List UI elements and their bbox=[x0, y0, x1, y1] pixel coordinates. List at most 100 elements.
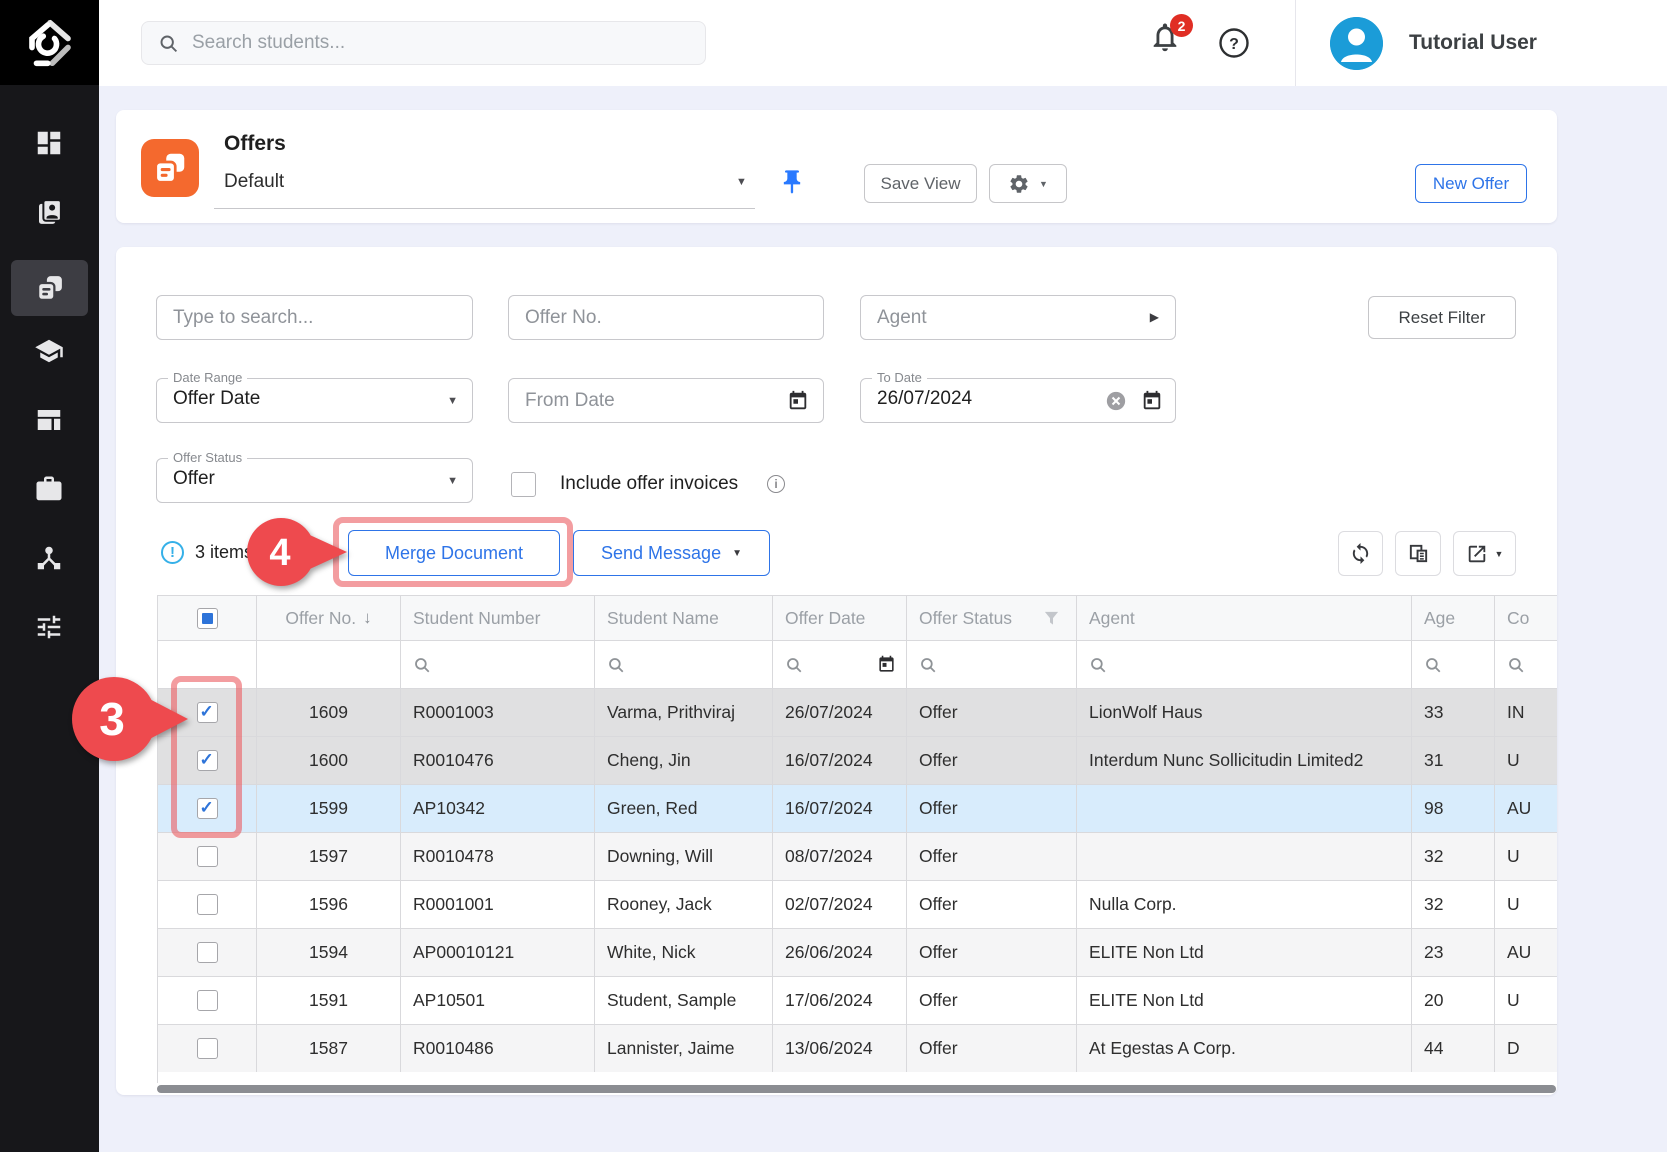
row-checkbox[interactable] bbox=[197, 990, 218, 1011]
chevron-down-icon[interactable]: ▼ bbox=[736, 176, 747, 188]
table-row[interactable]: 1597 R0010478 Downing, Will 08/07/2024 O… bbox=[158, 833, 1557, 881]
select-all-cell[interactable] bbox=[158, 596, 257, 641]
column-header-student-name[interactable]: Student Name bbox=[595, 596, 773, 641]
column-header-offer-date[interactable]: Offer Date bbox=[773, 596, 907, 641]
sidebar-item-offers[interactable] bbox=[11, 260, 88, 316]
student-name-cell[interactable]: Varma, Prithviraj bbox=[595, 689, 773, 737]
row-select-cell[interactable] bbox=[158, 929, 257, 977]
column-header-agent[interactable]: Agent bbox=[1077, 596, 1412, 641]
horizontal-scrollbar[interactable] bbox=[157, 1085, 1556, 1093]
filter-cell[interactable] bbox=[1412, 641, 1495, 689]
student-number-cell[interactable]: R0010476 bbox=[401, 737, 595, 785]
filter-cell[interactable] bbox=[1495, 641, 1557, 689]
student-number-cell[interactable]: R0001003 bbox=[401, 689, 595, 737]
column-header-offer-status[interactable]: Offer Status bbox=[907, 596, 1077, 641]
save-view-button[interactable]: Save View bbox=[864, 164, 977, 203]
row-checkbox[interactable] bbox=[197, 702, 218, 723]
student-number-cell[interactable]: R0010478 bbox=[401, 833, 595, 881]
column-header-country[interactable]: Co bbox=[1495, 596, 1557, 641]
table-row[interactable]: 1596 R0001001 Rooney, Jack 02/07/2024 Of… bbox=[158, 881, 1557, 929]
student-name-cell[interactable]: Cheng, Jin bbox=[595, 737, 773, 785]
student-name-cell[interactable]: Rooney, Jack bbox=[595, 881, 773, 929]
offer-no-input[interactable] bbox=[509, 307, 823, 329]
row-select-cell[interactable] bbox=[158, 977, 257, 1025]
offer-no-field[interactable] bbox=[508, 295, 824, 340]
agent-cell[interactable]: ELITE Non Ltd bbox=[1077, 977, 1412, 1025]
view-settings-button[interactable]: ▼ bbox=[989, 164, 1067, 203]
offer-no-cell[interactable]: 1600 bbox=[257, 737, 401, 785]
export-button[interactable]: ▼ bbox=[1453, 531, 1516, 576]
from-date-field[interactable] bbox=[508, 378, 824, 423]
agent-cell[interactable]: At Egestas A Corp. bbox=[1077, 1025, 1412, 1073]
student-name-cell[interactable]: Lannister, Jaime bbox=[595, 1025, 773, 1073]
filter-cell[interactable] bbox=[595, 641, 773, 689]
notifications-button[interactable]: 2 bbox=[1148, 20, 1192, 66]
table-row[interactable]: 1591 AP10501 Student, Sample 17/06/2024 … bbox=[158, 977, 1557, 1025]
new-offer-button[interactable]: New Offer bbox=[1415, 164, 1527, 203]
row-select-cell[interactable] bbox=[158, 881, 257, 929]
refresh-button[interactable] bbox=[1338, 531, 1383, 576]
student-name-cell[interactable]: Student, Sample bbox=[595, 977, 773, 1025]
grid-search-input[interactable] bbox=[157, 307, 472, 329]
agent-cell[interactable] bbox=[1077, 785, 1412, 833]
student-number-cell[interactable]: AP00010121 bbox=[401, 929, 595, 977]
agent-cell[interactable]: ELITE Non Ltd bbox=[1077, 929, 1412, 977]
table-row[interactable]: 1587 R0010486 Lannister, Jaime 13/06/202… bbox=[158, 1025, 1557, 1073]
pin-view-button[interactable] bbox=[778, 167, 806, 197]
column-header-age[interactable]: Age bbox=[1412, 596, 1495, 641]
agent-cell[interactable] bbox=[1077, 833, 1412, 881]
view-selector[interactable]: Default bbox=[224, 171, 284, 193]
agent-input[interactable] bbox=[861, 307, 1175, 329]
sidebar-item-dashboard[interactable] bbox=[26, 120, 72, 166]
help-button[interactable]: ? bbox=[1217, 26, 1251, 60]
merge-document-button[interactable]: Merge Document bbox=[348, 530, 560, 576]
sidebar-item-layout[interactable] bbox=[26, 397, 72, 443]
row-checkbox[interactable] bbox=[197, 846, 218, 867]
filter-cell[interactable] bbox=[257, 641, 401, 689]
offer-no-cell[interactable]: 1596 bbox=[257, 881, 401, 929]
table-row[interactable]: 1609 R0001003 Varma, Prithviraj 26/07/20… bbox=[158, 689, 1557, 737]
calendar-icon[interactable] bbox=[877, 655, 896, 674]
column-header-student-number[interactable]: Student Number bbox=[401, 596, 595, 641]
agent-cell[interactable]: Nulla Corp. bbox=[1077, 881, 1412, 929]
date-range-select[interactable]: Date Range Offer Date ▼ bbox=[156, 378, 473, 423]
filter-cell[interactable] bbox=[907, 641, 1077, 689]
offer-status-select[interactable]: Offer Status Offer ▼ bbox=[156, 458, 473, 503]
send-message-button[interactable]: Send Message ▼ bbox=[573, 530, 770, 576]
row-select-cell[interactable] bbox=[158, 785, 257, 833]
table-row[interactable]: 1600 R0010476 Cheng, Jin 16/07/2024 Offe… bbox=[158, 737, 1557, 785]
column-header-offer-no[interactable]: Offer No. ↓ bbox=[257, 596, 401, 641]
sidebar-item-students[interactable] bbox=[26, 189, 72, 235]
to-date-field[interactable]: To Date 26/07/2024 bbox=[860, 378, 1176, 423]
filter-cell[interactable] bbox=[773, 641, 907, 689]
offer-no-cell[interactable]: 1609 bbox=[257, 689, 401, 737]
sidebar-item-settings[interactable] bbox=[26, 604, 72, 650]
student-number-cell[interactable]: R0001001 bbox=[401, 881, 595, 929]
row-select-cell[interactable] bbox=[158, 1025, 257, 1073]
include-invoices-checkbox[interactable] bbox=[511, 472, 536, 497]
agent-cell[interactable]: Interdum Nunc Sollicitudin Limited2 bbox=[1077, 737, 1412, 785]
student-number-cell[interactable]: R0010486 bbox=[401, 1025, 595, 1073]
student-number-cell[interactable]: AP10501 bbox=[401, 977, 595, 1025]
agent-cell[interactable]: LionWolf Haus bbox=[1077, 689, 1412, 737]
reset-filter-button[interactable]: Reset Filter bbox=[1368, 296, 1516, 339]
to-date-value[interactable]: 26/07/2024 bbox=[877, 388, 972, 410]
offer-no-cell[interactable]: 1591 bbox=[257, 977, 401, 1025]
row-select-cell[interactable] bbox=[158, 833, 257, 881]
sidebar-item-services[interactable] bbox=[26, 466, 72, 512]
row-checkbox[interactable] bbox=[197, 1038, 218, 1059]
row-checkbox[interactable] bbox=[197, 894, 218, 915]
table-row[interactable]: 1599 AP10342 Green, Red 16/07/2024 Offer… bbox=[158, 785, 1557, 833]
filter-cell[interactable] bbox=[401, 641, 595, 689]
agent-field[interactable]: ▶ bbox=[860, 295, 1176, 340]
select-all-checkbox[interactable] bbox=[197, 608, 218, 629]
avatar[interactable] bbox=[1330, 17, 1383, 70]
table-row[interactable]: 1594 AP00010121 White, Nick 26/06/2024 O… bbox=[158, 929, 1557, 977]
clear-icon[interactable] bbox=[1105, 390, 1127, 412]
student-name-cell[interactable]: Green, Red bbox=[595, 785, 773, 833]
sidebar-item-courses[interactable] bbox=[26, 328, 72, 374]
offer-no-cell[interactable]: 1594 bbox=[257, 929, 401, 977]
from-date-input[interactable] bbox=[509, 390, 769, 412]
row-checkbox[interactable] bbox=[197, 750, 218, 771]
grid-search-field[interactable] bbox=[156, 295, 473, 340]
